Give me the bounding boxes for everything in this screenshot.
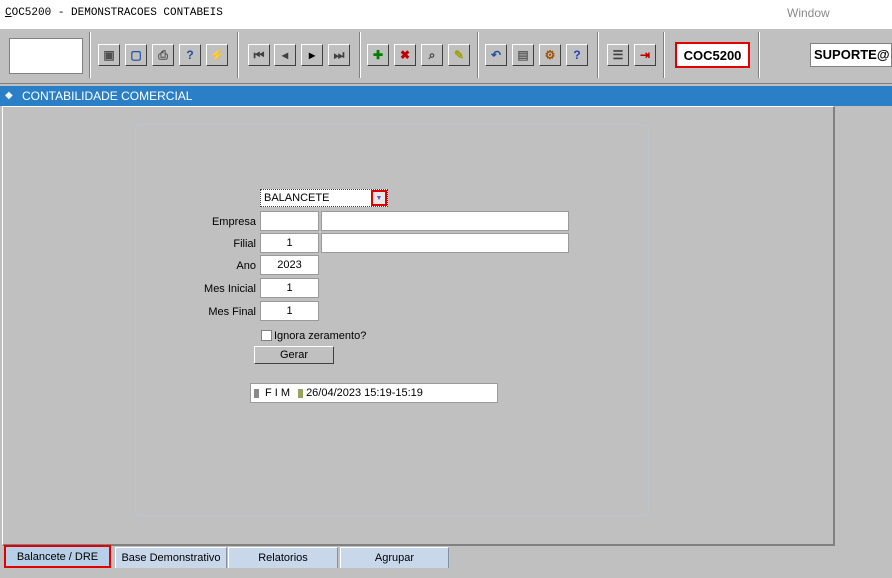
menu-window[interactable]: Window (787, 6, 830, 20)
toolbar-separator (359, 32, 361, 78)
gerar-button[interactable]: Gerar (254, 346, 334, 364)
toolbar-separator (597, 32, 599, 78)
window-title-accelerator: C (5, 7, 12, 19)
first-record-button[interactable]: ⏮ (248, 44, 270, 66)
settings-button[interactable]: ⚙ (539, 44, 561, 66)
status-marker (254, 388, 259, 398)
status-time-text: 26/04/2023 15:19-15:19 (306, 387, 423, 399)
window-icon: ▢ (130, 48, 142, 62)
print-button[interactable]: ⎙ (152, 44, 174, 66)
previous-record-icon: ◂ (281, 48, 289, 62)
previous-record-button[interactable]: ◂ (274, 44, 296, 66)
tab-balancete-dre[interactable]: Balancete / DRE (4, 545, 111, 568)
tab-base-demonstrativo[interactable]: Base Demonstrativo (115, 547, 227, 568)
mes-final-input[interactable]: 1 (260, 301, 319, 321)
undo-icon: ↶ (490, 48, 502, 62)
execute-query-icon: ⚡ (209, 48, 225, 62)
clear-button[interactable]: ✎ (448, 44, 470, 66)
last-record-button[interactable]: ⏭ (328, 44, 350, 66)
mes-final-label: Mes Final (208, 306, 256, 318)
save-button[interactable]: ▣ (98, 44, 120, 66)
window-title-text: OC5200 - DEMONSTRACOES CONTABEIS (11, 7, 223, 19)
status-marker (298, 388, 304, 398)
ignora-zeramento-label: Ignora zeramento? (274, 330, 367, 342)
ignora-zeramento-checkbox[interactable] (261, 330, 272, 341)
delete-record-icon: ✖ (399, 48, 411, 62)
exit-button[interactable]: ⇥ (634, 44, 656, 66)
tab-relatorios[interactable]: Relatorios (228, 547, 338, 568)
mes-inicial-label: Mes Inicial (204, 283, 256, 295)
search-icon: ⌕ (428, 48, 436, 62)
exit-icon: ⇥ (639, 48, 651, 62)
first-record-icon: ⏮ (253, 48, 265, 62)
last-record-icon: ⏭ (333, 48, 345, 62)
toolbar-separator (758, 32, 760, 78)
tab-agrupar[interactable]: Agrupar (340, 547, 449, 568)
form-icon: ◆ (5, 90, 13, 101)
report-type-select[interactable]: BALANCETE (260, 189, 388, 207)
next-record-button[interactable]: ▸ (301, 44, 323, 66)
toolbar-separator (237, 32, 239, 78)
settings-icon: ⚙ (544, 48, 556, 62)
toolbar-separator (663, 32, 665, 78)
next-record-icon: ▸ (308, 48, 316, 62)
print-icon: ⎙ (158, 48, 168, 62)
window-button[interactable]: ▢ (125, 44, 147, 66)
toolbar-separator (477, 32, 479, 78)
toolbar-separator (89, 32, 91, 78)
user-box: SUPORTE@ (810, 43, 892, 67)
empresa-label: Empresa (211, 216, 256, 228)
empresa-name-field[interactable] (321, 211, 569, 231)
empresa-code-input[interactable] (260, 211, 319, 231)
menu-icon: ☰ (612, 48, 624, 62)
filial-code-input[interactable]: 1 (260, 233, 319, 253)
ano-input[interactable]: 2023 (260, 255, 319, 275)
execute-query-button[interactable]: ⚡ (206, 44, 228, 66)
help-icon: ? (573, 48, 581, 62)
form-frame (135, 124, 649, 516)
ano-label: Ano (236, 260, 256, 272)
logo-placeholder (9, 38, 83, 74)
window-title: COC5200 - DEMONSTRACOES CONTABEIS (5, 7, 223, 19)
search-button[interactable]: ⌕ (421, 44, 443, 66)
undo-button[interactable]: ↶ (485, 44, 507, 66)
query-help-icon: ? (186, 48, 194, 62)
clipboard-icon: ▤ (517, 48, 529, 62)
chevron-down-icon[interactable]: ▼ (371, 190, 387, 206)
save-icon: ▣ (103, 48, 115, 62)
clear-icon: ✎ (453, 48, 465, 62)
filial-name-field[interactable] (321, 233, 569, 253)
section-title: CONTABILIDADE COMERCIAL (22, 89, 193, 103)
filial-label: Filial (233, 238, 256, 250)
menu-button[interactable]: ☰ (607, 44, 629, 66)
query-help-button[interactable]: ? (179, 44, 201, 66)
insert-record-icon: ✚ (372, 48, 384, 62)
mes-inicial-input[interactable]: 1 (260, 278, 319, 298)
delete-record-button[interactable]: ✖ (394, 44, 416, 66)
clipboard-button[interactable]: ▤ (512, 44, 534, 66)
status-fim-text: F I M (265, 387, 291, 399)
help-button[interactable]: ? (566, 44, 588, 66)
program-code-box: COC5200 (675, 42, 750, 68)
status-field: F I M 26/04/2023 15:19-15:19 (250, 383, 498, 403)
insert-record-button[interactable]: ✚ (367, 44, 389, 66)
section-header: ◆ CONTABILIDADE COMERCIAL (0, 86, 892, 106)
